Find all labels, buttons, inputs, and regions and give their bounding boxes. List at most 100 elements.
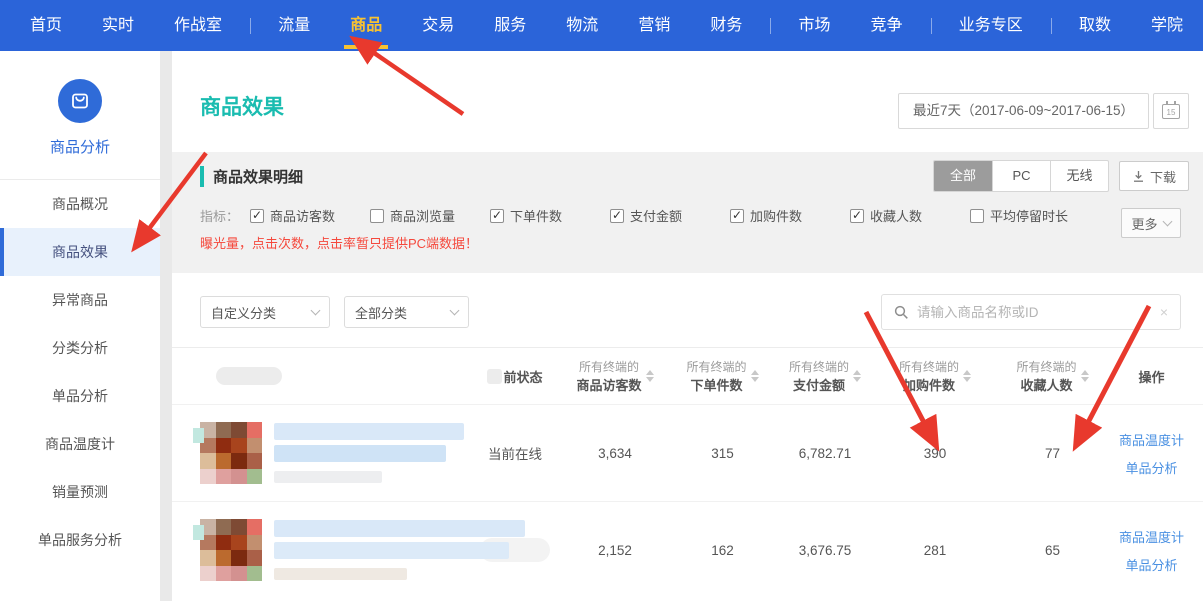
checkbox-icon[interactable] [490,209,504,223]
checkbox-icon[interactable] [370,209,384,223]
sidebar-item-category-analysis[interactable]: 分类分析 [0,324,160,372]
more-label: 更多 [1131,214,1157,233]
col-header-orders[interactable]: 所有终端的 下单件数 [670,358,775,394]
link-single-item-analysis[interactable]: 单品分析 [1125,555,1177,574]
col-header-actions: 操作 [1110,367,1203,386]
dropdown-value: 全部分类 [355,303,407,322]
sort-icon[interactable] [646,370,654,382]
nav-item-competition[interactable]: 竞争 [851,0,923,51]
link-goods-thermometer[interactable]: 商品温度计 [1119,430,1184,449]
sort-icon[interactable] [963,370,971,382]
header-prefix: 所有终端的 [576,358,641,375]
checkbox-icon[interactable] [250,209,264,223]
link-goods-thermometer[interactable]: 商品温度计 [1119,527,1184,546]
download-button[interactable]: 下载 [1119,161,1189,191]
metric-checkbox-visitors[interactable]: 商品访客数 [250,206,370,225]
orders-value: 315 [670,446,775,461]
tab-all-terminals[interactable]: 全部 [934,161,992,191]
visitors-value: 2,152 [560,543,670,558]
metric-label: 收藏人数 [870,206,922,225]
col-header-product [200,367,470,385]
pc-data-notice: 曝光量，点击次数，点击率暂只提供PC端数据！ [172,233,1203,252]
nav-item-home[interactable]: 首页 [10,0,82,51]
nav-item-academy[interactable]: 学院 [1131,0,1203,51]
shopping-bag-icon [58,79,102,123]
product-cell[interactable] [200,422,470,484]
blurred-pixel [193,428,204,443]
favorites-value: 77 [995,446,1110,461]
blurred-header-blob [216,367,282,385]
nav-item-data-fetch[interactable]: 取数 [1059,0,1131,51]
header-name: 下单件数 [686,375,746,394]
sort-icon[interactable] [751,370,759,382]
date-range-value[interactable]: 最近7天（2017-06-09~2017-06-15） [898,93,1149,129]
orders-value: 162 [670,543,775,558]
nav-item-traffic[interactable]: 流量 [258,0,330,51]
sidebar: 商品分析 商品概况 商品效果 异常商品 分类分析 单品分析 商品温度计 销量预测… [0,51,160,601]
header-name: 收藏人数 [1016,375,1076,394]
search-input[interactable] [917,305,1152,320]
sidebar-item-goods-overview[interactable]: 商品概况 [0,180,160,228]
metric-checkbox-favorites[interactable]: 收藏人数 [850,206,970,225]
col-header-status: 前状态 [470,367,560,386]
checkbox-icon[interactable] [850,209,864,223]
sidebar-item-abnormal-goods[interactable]: 异常商品 [0,276,160,324]
section-title: 商品效果明细 [200,166,303,187]
product-search-box: × [881,294,1181,330]
header-name: 加购件数 [899,375,959,394]
table-row: 2,152 162 3,676.75 281 65 商品温度计 单品分析 [172,501,1203,598]
nav-item-business-zone[interactable]: 业务专区 [939,0,1043,51]
nav-item-finance[interactable]: 财务 [690,0,762,51]
sort-icon[interactable] [1081,370,1089,382]
download-label: 下载 [1150,167,1176,186]
product-image-blurred [200,422,262,484]
sidebar-item-single-item-analysis[interactable]: 单品分析 [0,372,160,420]
metric-checkbox-payment[interactable]: 支付金额 [610,206,730,225]
more-button[interactable]: 更多 [1121,208,1181,238]
nav-item-trade[interactable]: 交易 [402,0,474,51]
col-header-payment[interactable]: 所有终端的 支付金额 [775,358,875,394]
header-prefix: 所有终端的 [686,358,746,375]
custom-category-dropdown[interactable]: 自定义分类 [200,296,330,328]
link-single-item-analysis[interactable]: 单品分析 [1125,458,1177,477]
product-cell[interactable] [200,519,470,581]
cart-adds-value: 390 [875,446,995,461]
all-category-dropdown[interactable]: 全部分类 [344,296,469,328]
tab-wireless[interactable]: 无线 [1050,161,1108,191]
sidebar-item-sales-forecast[interactable]: 销量预测 [0,468,160,516]
col-header-visitors[interactable]: 所有终端的 商品访客数 [560,358,670,394]
header-prefix: 所有终端的 [899,358,959,375]
blurred-char-blob [487,369,502,384]
checkbox-icon[interactable] [970,209,984,223]
metric-label: 商品访客数 [270,206,335,225]
metric-checkbox-cart-adds[interactable]: 加购件数 [730,206,850,225]
sidebar-item-goods-effect[interactable]: 商品效果 [0,228,160,276]
sidebar-item-goods-thermometer[interactable]: 商品温度计 [0,420,160,468]
sort-icon[interactable] [853,370,861,382]
nav-item-logistics[interactable]: 物流 [546,0,618,51]
calendar-button[interactable]: 15 [1153,93,1189,129]
header-name: 支付金额 [789,375,849,394]
nav-item-service[interactable]: 服务 [474,0,546,51]
sidebar-module-header: 商品分析 [0,51,160,180]
nav-item-warroom[interactable]: 作战室 [154,0,242,51]
tab-pc[interactable]: PC [992,161,1050,191]
header-prefix: 所有终端的 [789,358,849,375]
metric-checkbox-pageviews[interactable]: 商品浏览量 [370,206,490,225]
nav-item-realtime[interactable]: 实时 [82,0,154,51]
metric-checkbox-orders[interactable]: 下单件数 [490,206,610,225]
page-title: 商品效果 [200,91,284,121]
clear-search-icon[interactable]: × [1160,304,1168,320]
product-title-blurred [274,520,470,580]
col-header-cart-adds[interactable]: 所有终端的 加购件数 [875,358,995,394]
nav-item-marketing[interactable]: 营销 [618,0,690,51]
col-header-favorites[interactable]: 所有终端的 收藏人数 [995,358,1110,394]
sidebar-item-single-item-service[interactable]: 单品服务分析 [0,516,160,564]
nav-item-goods[interactable]: 商品 [330,0,402,51]
nav-item-market[interactable]: 市场 [779,0,851,51]
checkbox-icon[interactable] [730,209,744,223]
checkbox-icon[interactable] [610,209,624,223]
metric-checkbox-avg-stay[interactable]: 平均停留时长 [970,206,1110,225]
product-title-blurred [274,423,470,483]
metric-label: 支付金额 [630,206,682,225]
